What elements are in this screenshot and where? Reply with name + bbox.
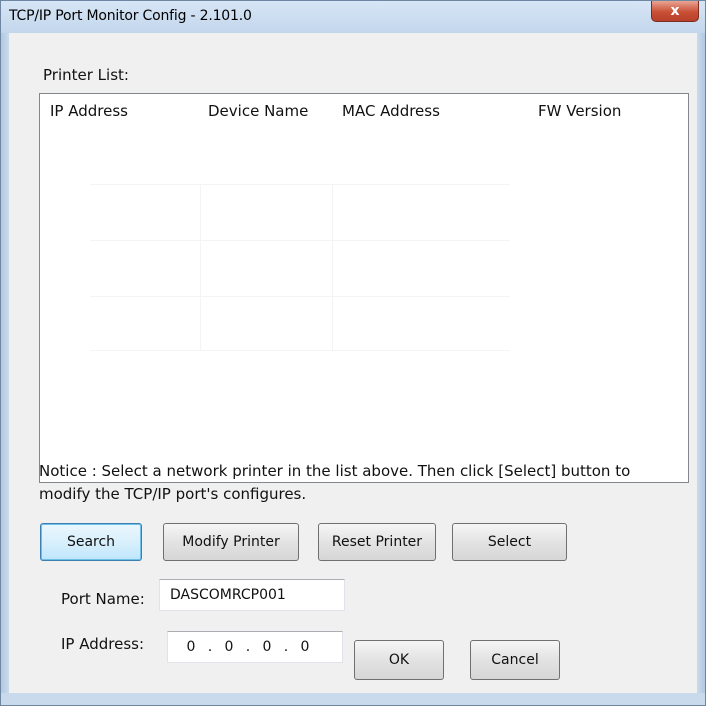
ip-octet-4[interactable]: 0 (294, 639, 316, 655)
list-faint-line (90, 296, 510, 297)
title-bar[interactable]: TCP/IP Port Monitor Config - 2.101.0 x (1, 1, 705, 33)
column-header-ip-address[interactable]: IP Address (50, 102, 128, 120)
list-faint-line (90, 184, 510, 185)
ip-address-input[interactable]: 0 . 0 . 0 . 0 (167, 631, 343, 663)
close-icon: x (670, 3, 680, 19)
port-name-input[interactable]: DASCOMRCP001 (159, 579, 345, 611)
modify-printer-button[interactable]: Modify Printer (163, 523, 299, 561)
window-title: TCP/IP Port Monitor Config - 2.101.0 (9, 8, 252, 24)
close-button[interactable]: x (651, 1, 699, 22)
list-faint-line (200, 184, 201, 350)
dialog-body: Printer List: IP Address Device Name MAC… (9, 33, 697, 693)
list-faint-line (90, 240, 510, 241)
search-button[interactable]: Search (40, 523, 142, 561)
ip-octet-1[interactable]: 0 (180, 639, 202, 655)
notice-line-2: modify the TCP/IP port's configures. (39, 485, 307, 503)
ok-button[interactable]: OK (354, 640, 444, 680)
notice-line-1: Notice : Select a network printer in the… (39, 462, 631, 480)
port-name-value: DASCOMRCP001 (170, 587, 286, 603)
window-frame-bottom (1, 693, 705, 705)
printer-list-label: Printer List: (43, 66, 129, 84)
ip-address-label: IP Address: (61, 635, 145, 653)
window-frame-right (697, 33, 705, 705)
dialog-window: TCP/IP Port Monitor Config - 2.101.0 x P… (0, 0, 706, 706)
list-faint-line (90, 350, 510, 351)
ip-octet-2[interactable]: 0 (218, 639, 240, 655)
ip-separator: . (283, 639, 289, 655)
printer-list[interactable]: IP Address Device Name MAC Address FW Ve… (39, 93, 689, 483)
column-header-fw-version[interactable]: FW Version (538, 102, 621, 120)
column-header-mac-address[interactable]: MAC Address (342, 102, 440, 120)
column-header-device-name[interactable]: Device Name (208, 102, 308, 120)
reset-printer-button[interactable]: Reset Printer (318, 523, 436, 561)
cancel-button[interactable]: Cancel (470, 640, 560, 680)
select-button[interactable]: Select (452, 523, 567, 561)
ip-separator: . (207, 639, 213, 655)
ip-separator: . (245, 639, 251, 655)
list-faint-line (332, 184, 333, 350)
port-name-label: Port Name: (61, 590, 145, 608)
window-frame-left (1, 33, 9, 705)
ip-octet-3[interactable]: 0 (256, 639, 278, 655)
